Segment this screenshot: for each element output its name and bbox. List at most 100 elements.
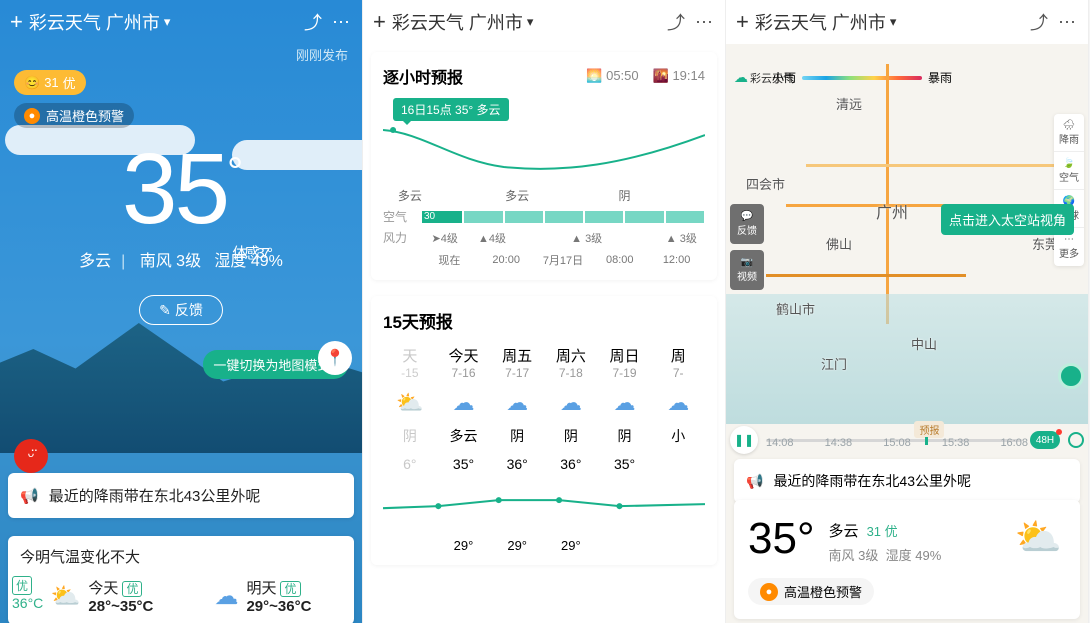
day-column[interactable]: 周日7-19 ☁ 阴35° xyxy=(598,345,652,472)
day-column[interactable]: 天-15 ⛅ 阴6° xyxy=(383,345,437,472)
rain-banner[interactable]: 📢 最近的降雨带在东北43公里外呢 xyxy=(734,459,1080,503)
add-city-button[interactable]: + xyxy=(10,9,23,35)
chevron-down-icon[interactable]: ▾ xyxy=(164,14,171,30)
air-block[interactable] xyxy=(464,211,502,223)
sunrise: 🌅 05:50 xyxy=(586,68,638,84)
sunset: 🌇 19:14 xyxy=(653,68,705,84)
sun-cloud-icon: ⛅ xyxy=(51,582,81,611)
city-label: 佛山 xyxy=(826,234,852,253)
aqi-chip[interactable]: 😊 31 优 xyxy=(14,70,86,95)
city-label: 清远 xyxy=(836,94,862,113)
hour-temp-chart[interactable] xyxy=(383,115,705,185)
add-city-button[interactable]: + xyxy=(736,9,749,35)
edge-prev-temp: 优 36°C xyxy=(12,576,43,611)
app-name: 彩云天气 xyxy=(29,9,101,35)
locate-button[interactable] xyxy=(1058,363,1084,389)
city-label: 四会市 xyxy=(746,174,785,193)
timeline-labels: 14:08 14:38 15:08 15:38 16:08 xyxy=(766,437,1028,449)
48h-button[interactable]: 48H xyxy=(1030,431,1060,449)
more-icon[interactable]: ⋯ xyxy=(693,12,715,33)
air-block[interactable]: 30 xyxy=(422,211,462,223)
rain-banner[interactable]: 📢 最近的降雨带在东北43公里外呢 xyxy=(8,473,354,518)
air-block[interactable] xyxy=(666,211,704,223)
header: + 彩云天气 广州市 ▾ ⤴ ⋯ xyxy=(363,0,725,44)
cond-label: 多云 xyxy=(490,187,544,204)
daily-title: 15天预报 xyxy=(383,313,453,332)
megaphone-icon: 📢 xyxy=(20,487,39,505)
today-tomorrow-card: 今明气温变化不大 ⛅ 今天优 28°~35°C ☁ 明天优 29°~36°C 优… xyxy=(8,536,354,623)
rain-legend: 小雨暴雨 xyxy=(772,69,952,86)
main-panel: 刚刚发布 😊 31 优 ● 高温橙色预警 35° 体感37° 多云| 南风 3级… xyxy=(0,0,362,385)
alert-icon: ● xyxy=(760,583,778,601)
cond-label: 多云 xyxy=(383,187,437,204)
air-block[interactable] xyxy=(625,211,663,223)
space-view-button[interactable]: 点击进入太空站视角 xyxy=(941,204,1074,235)
day-column[interactable]: 今天7-16 ☁ 多云35° xyxy=(437,345,491,472)
share-icon[interactable]: ⤴ xyxy=(665,9,687,35)
hourly-card: 逐小时预报 🌅 05:50 🌇 19:14 16日15点 35° 多云 多云 多… xyxy=(371,52,717,280)
city-picker[interactable]: 广州市 xyxy=(832,9,886,35)
2h-button[interactable] xyxy=(1068,432,1084,448)
layer-rain-button[interactable]: 🌧降雨 xyxy=(1054,114,1084,152)
feels-like: 体感37° xyxy=(232,242,270,263)
air-block[interactable] xyxy=(545,211,583,223)
air-row: 空气 30 xyxy=(383,208,705,225)
daily-temp-curve xyxy=(383,478,705,538)
more-icon[interactable]: ⋯ xyxy=(330,12,352,33)
tomorrow-column[interactable]: ☁ 明天优 29°~36°C xyxy=(214,577,311,615)
add-city-button[interactable]: + xyxy=(373,9,386,35)
day-column[interactable]: 周六7-18 ☁ 阴36° xyxy=(544,345,598,472)
day-column[interactable]: 周7- ☁ 小 xyxy=(651,345,705,472)
current-temp: 35° 体感37° xyxy=(0,132,362,247)
map-video-button[interactable]: 📷视频 xyxy=(730,250,764,290)
day-column[interactable]: 周五7-17 ☁ 阴36° xyxy=(490,345,544,472)
daily-card: 15天预报 天-15 ⛅ 阴6°今天7-16 ☁ 多云35°周五7-17 ☁ 阴… xyxy=(371,296,717,565)
chevron-down-icon[interactable]: ▾ xyxy=(527,14,534,30)
pause-icon[interactable]: ❚❚ xyxy=(730,426,758,454)
city-label: 广州 xyxy=(876,199,908,223)
map-side-tools: 💬反馈 📷视频 xyxy=(730,204,764,296)
bottom-temp: 35° xyxy=(748,514,815,564)
map-layer-tools: 🌧降雨 🍃空气 🌍地球 ⋯更多 xyxy=(1054,114,1084,266)
alert-icon: ● xyxy=(24,108,40,124)
layer-air-button[interactable]: 🍃空气 xyxy=(1054,152,1084,190)
hourly-title: 逐小时预报 xyxy=(383,64,463,88)
header: + 彩云天气 广州市 ▾ ⤴ ⋯ xyxy=(0,0,362,44)
cond-label: 阴 xyxy=(598,187,652,204)
map-feedback-button[interactable]: 💬反馈 xyxy=(730,204,764,244)
cloud-icon: ☁ xyxy=(214,582,238,611)
city-picker[interactable]: 广州市 xyxy=(106,9,160,35)
alert-chip[interactable]: ● 高温橙色预警 xyxy=(748,578,874,605)
days-row[interactable]: 天-15 ⛅ 阴6°今天7-16 ☁ 多云35°周五7-17 ☁ 阴36°周六7… xyxy=(383,345,705,472)
share-icon[interactable]: ⤴ xyxy=(1028,9,1050,35)
weather-alert-chip[interactable]: ● 高温橙色预警 xyxy=(14,103,134,128)
weather-home-screen: + 彩云天气 广州市 ▾ ⤴ ⋯ 刚刚发布 😊 31 优 ● 高温橙色预警 35… xyxy=(0,0,363,623)
air-block[interactable] xyxy=(585,211,623,223)
city-label: 鹤山市 xyxy=(776,299,815,318)
chevron-down-icon[interactable]: ▾ xyxy=(890,14,897,30)
forecast-screen: + 彩云天气 广州市 ▾ ⤴ ⋯ 逐小时预报 🌅 05:50 🌇 19:14 1… xyxy=(363,0,726,623)
more-icon[interactable]: ⋯ xyxy=(1056,12,1078,33)
pencil-icon: ✎ xyxy=(159,302,171,319)
today-column[interactable]: ⛅ 今天优 28°~35°C xyxy=(51,577,154,615)
forecast-label: 预报 xyxy=(914,421,944,438)
promo-badge[interactable]: ᵕ̈ xyxy=(14,439,48,473)
sun-cloud-icon: ⛅ xyxy=(1015,516,1062,560)
lows-row: 29°29°29° xyxy=(383,538,705,553)
air-block[interactable] xyxy=(505,211,543,223)
conditions-row: 多云| 南风 3级 湿度 49% xyxy=(0,247,362,271)
time-row: 现在 20:00 7月17日 08:00 12:00 xyxy=(383,252,705,268)
city-label: 中山 xyxy=(911,334,937,353)
map-screen: + 彩云天气 广州市 ▾ ⤴ ⋯ 彩云天气 小雨暴雨 清远 四会市 广州 佛山 … xyxy=(726,0,1089,623)
megaphone-icon: 📢 xyxy=(746,473,763,490)
wind-arrow-icon: ➤ xyxy=(431,233,440,245)
feedback-button[interactable]: ✎ 反馈 xyxy=(139,295,223,325)
map-pin-button[interactable]: 📍 xyxy=(318,341,352,375)
city-picker[interactable]: 广州市 xyxy=(469,9,523,35)
face-icon: 😊 xyxy=(24,75,40,91)
city-label: 江门 xyxy=(821,354,847,373)
share-icon[interactable]: ⤴ xyxy=(302,9,324,35)
brief-title: 今明气温变化不大 xyxy=(20,546,342,567)
header: + 彩云天气 广州市 ▾ ⤴ ⋯ xyxy=(726,0,1088,44)
current-weather-card[interactable]: 35° 多云 31 优 南风 3级 湿度 49% ⛅ ● 高温橙色预警 xyxy=(734,500,1080,619)
